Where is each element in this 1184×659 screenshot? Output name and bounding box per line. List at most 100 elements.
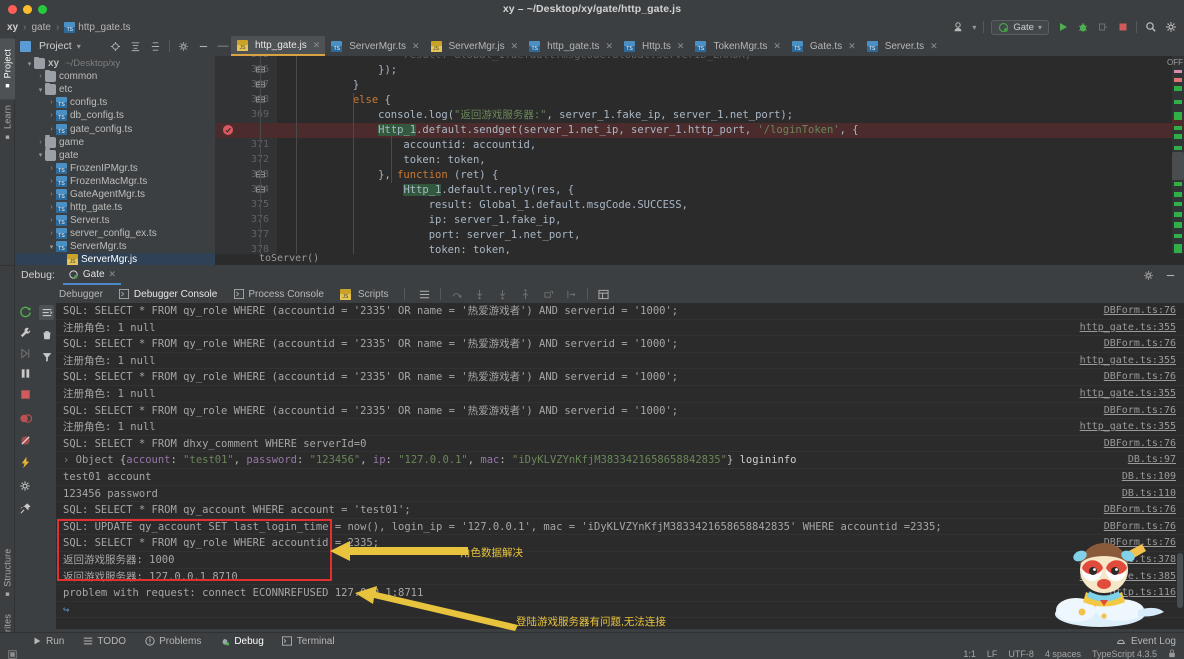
view-breakpoints-icon[interactable] xyxy=(18,411,33,426)
tool-window-tab-structure[interactable]: ■ Structure xyxy=(0,536,15,610)
tool-window-tab-learn[interactable]: ■ Learn xyxy=(0,98,15,147)
expand-chevron-icon[interactable]: ▾ xyxy=(47,243,56,251)
console-row-link[interactable]: DBForm.ts:76 xyxy=(1104,403,1176,420)
settings-icon[interactable] xyxy=(18,479,33,494)
console-row-link[interactable]: http_gate.ts:385 xyxy=(1080,569,1176,586)
bottom-tab-problems[interactable]: Problems xyxy=(135,633,210,649)
eval-table-icon[interactable] xyxy=(598,289,610,300)
stop-icon[interactable] xyxy=(1116,21,1129,34)
step-over-icon[interactable] xyxy=(451,289,462,300)
console-row-link[interactable]: http_gate.ts:378 xyxy=(1080,552,1176,569)
debug-tab-process-console[interactable]: Process Console xyxy=(225,285,332,303)
status-bar-right[interactable]: 1:1 LF UTF-8 4 spaces TypeScript 4.3.5 xyxy=(963,649,1184,659)
close-icon[interactable]: ✕ xyxy=(773,41,781,52)
gear-icon[interactable] xyxy=(1142,269,1155,282)
error-stripe-mark[interactable] xyxy=(1174,222,1182,228)
hide-tabs-icon[interactable]: — xyxy=(215,40,231,52)
tree-node-servermgr-js[interactable]: ServerMgr.js xyxy=(15,253,215,265)
close-icon[interactable]: ✕ xyxy=(930,41,938,52)
error-stripe-mark[interactable] xyxy=(1174,182,1182,186)
expand-chevron-icon[interactable]: › xyxy=(47,191,56,198)
rerun-icon[interactable] xyxy=(18,305,33,320)
tree-node-common[interactable]: › common xyxy=(15,69,215,83)
tree-node-config-ts[interactable]: › config.ts xyxy=(15,96,215,109)
console-row-link[interactable]: Http.ts:116 xyxy=(1110,585,1176,602)
user-icon[interactable] xyxy=(952,21,965,34)
code-editor[interactable]: 3653663673683693703713723733743753763773… xyxy=(215,56,1184,265)
step-into-icon[interactable] xyxy=(474,289,485,300)
frames-icon[interactable] xyxy=(419,289,430,300)
step-out-icon[interactable] xyxy=(520,288,531,300)
console-row[interactable]: › Object {account: "test01", password: "… xyxy=(56,452,1184,469)
error-stripe-mark[interactable] xyxy=(1174,192,1182,197)
run-to-cursor-icon[interactable] xyxy=(566,289,577,300)
resume-icon[interactable] xyxy=(18,346,33,361)
error-stripe-mark[interactable] xyxy=(1174,244,1182,253)
pause-icon[interactable] xyxy=(18,366,33,381)
debug-icon[interactable] xyxy=(1076,21,1089,34)
editor-code[interactable]: result: Global_1.default.msgCode.Global.… xyxy=(277,56,1184,265)
tree-node-gateagentmgr-ts[interactable]: › GateAgentMgr.ts xyxy=(15,188,215,201)
editor-gutter[interactable]: 3653663673683693703713723733743753763773… xyxy=(215,56,277,265)
debug-tab-bar[interactable]: Debugger Debugger Console Process Console S… xyxy=(15,285,1184,303)
expand-chevron-icon[interactable]: › xyxy=(47,126,56,133)
debugger-console[interactable]: SQL: SELECT * FROM qy_role WHERE (accoun… xyxy=(56,303,1184,629)
maximize-window-button[interactable] xyxy=(38,5,47,14)
bottom-tab-debug[interactable]: Debug xyxy=(210,633,272,649)
attach-icon[interactable] xyxy=(1096,21,1109,34)
console-row[interactable]: SQL: UPDATE qy_account SET last_login_ti… xyxy=(56,519,1184,536)
console-row[interactable]: SQL: SELECT * FROM qy_account WHERE acco… xyxy=(56,502,1184,519)
console-row[interactable]: SQL: SELECT * FROM qy_role WHERE (accoun… xyxy=(56,403,1184,420)
error-stripe-mark[interactable] xyxy=(1174,134,1182,139)
hide-panel-icon[interactable] xyxy=(1164,269,1177,282)
console-row-link[interactable]: DBForm.ts:76 xyxy=(1104,369,1176,386)
console-prompt-icon[interactable]: ↪ xyxy=(63,602,69,619)
debug-session-tab[interactable]: Gate ✕ xyxy=(62,266,122,285)
breadcrumb-file[interactable]: http_gate.ts xyxy=(78,22,130,33)
tree-node-gate-config-ts[interactable]: › gate_config.ts xyxy=(15,122,215,135)
console-row[interactable]: 返回游戏服务器: 127.0.0.1 8710 http_gate.ts:385 xyxy=(56,569,1184,586)
console-row-link[interactable]: DBForm.ts:76 xyxy=(1104,535,1176,552)
tree-node-server-config-ex-ts[interactable]: › server_config_ex.ts xyxy=(15,227,215,240)
close-icon[interactable]: ✕ xyxy=(109,269,117,280)
console-row-link[interactable]: DBForm.ts:76 xyxy=(1104,303,1176,320)
debug-tab-debugger-console[interactable]: Debugger Console xyxy=(111,285,225,303)
console-row-link[interactable]: DB.ts:110 xyxy=(1122,486,1176,503)
console-row-link[interactable]: http_gate.ts:355 xyxy=(1080,386,1176,403)
tree-node-xy[interactable]: ▾ xy ~/Desktop/xy xyxy=(15,56,215,70)
bottom-tab-run[interactable]: Run xyxy=(22,633,73,649)
console-row[interactable]: SQL: SELECT * FROM qy_role WHERE (accoun… xyxy=(56,336,1184,353)
expand-chevron-icon[interactable]: › xyxy=(36,73,45,80)
error-stripe-mark[interactable] xyxy=(1174,86,1182,91)
expand-chevron-icon[interactable]: ▾ xyxy=(36,151,45,159)
console-row-link[interactable]: DB.ts:97 xyxy=(1128,452,1176,469)
expand-chevron-icon[interactable]: › xyxy=(47,204,56,211)
editor-tab-server-ts[interactable]: Server.ts ✕ xyxy=(861,36,943,56)
close-window-button[interactable] xyxy=(8,5,17,14)
editor-tab-http-ts[interactable]: Http.ts ✕ xyxy=(618,36,689,56)
error-stripe-mark[interactable] xyxy=(1174,78,1182,82)
error-stripe-mark[interactable] xyxy=(1174,202,1182,206)
hide-panel-icon[interactable] xyxy=(197,40,210,53)
expand-chevron-icon[interactable]: ▾ xyxy=(36,86,45,94)
close-icon[interactable]: ✕ xyxy=(412,41,420,52)
console-row-link[interactable]: DB.ts:109 xyxy=(1122,469,1176,486)
console-row[interactable]: 注册角色: 1 null http_gate.ts:355 xyxy=(56,320,1184,337)
line-separator[interactable]: LF xyxy=(987,649,998,659)
tree-node-servermgr-ts[interactable]: ▾ ServerMgr.ts xyxy=(15,240,215,253)
breakpoint-icon[interactable] xyxy=(223,125,233,135)
console-row[interactable]: problem with request: connect ECONNREFUS… xyxy=(56,585,1184,602)
close-icon[interactable]: ✕ xyxy=(313,40,321,51)
chevron-down-icon[interactable]: ▾ xyxy=(1038,23,1042,32)
console-actions[interactable] xyxy=(36,303,56,629)
run-icon[interactable] xyxy=(1056,21,1069,34)
locate-icon[interactable] xyxy=(109,40,122,53)
tree-node-server-ts[interactable]: › Server.ts xyxy=(15,214,215,227)
console-row[interactable]: SQL: SELECT * FROM dhxy_comment WHERE se… xyxy=(56,436,1184,453)
error-stripe-mark[interactable] xyxy=(1174,112,1182,120)
tree-node-frozenipmgr-ts[interactable]: › FrozenIPMgr.ts xyxy=(15,162,215,175)
tree-node-db-config-ts[interactable]: › db_config.ts xyxy=(15,109,215,122)
console-row[interactable]: 返回游戏服务器: 1000 http_gate.ts:378 xyxy=(56,552,1184,569)
pin-icon[interactable] xyxy=(18,501,33,516)
editor-tab-http-gate-ts[interactable]: http_gate.ts ✕ xyxy=(523,36,618,56)
